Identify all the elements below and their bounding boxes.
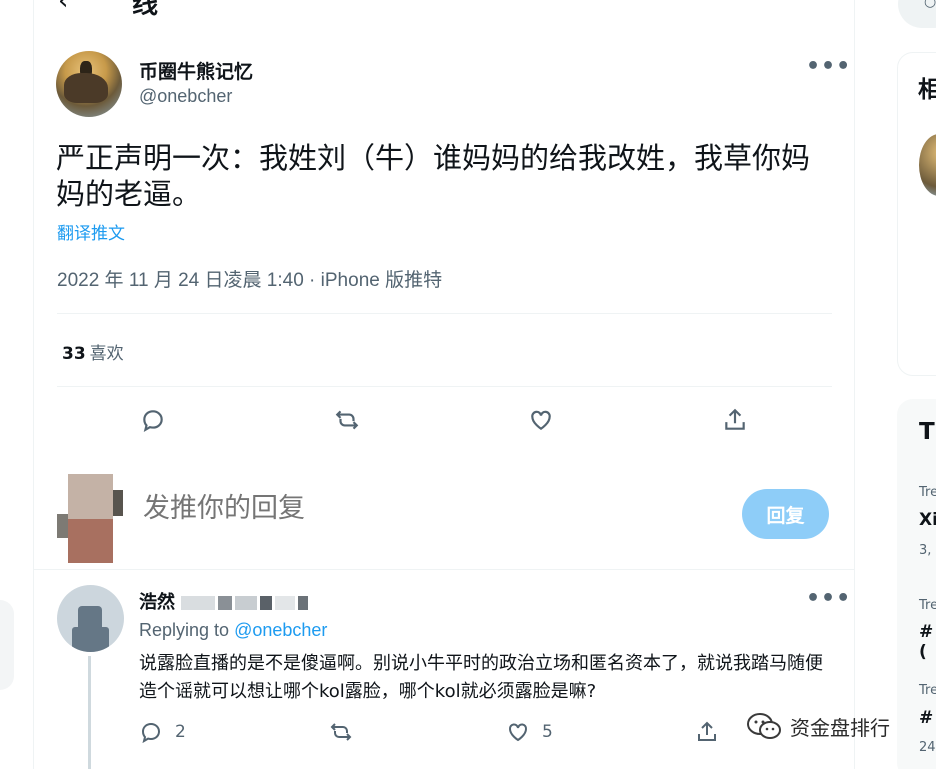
watermark: 资金盘排行 <box>746 711 890 741</box>
like-count: 5 <box>542 722 553 742</box>
blurred-handle <box>218 596 233 610</box>
likes-label: 喜欢 <box>89 344 124 364</box>
replying-to: Replying to @onebcher <box>139 620 327 641</box>
heart-icon <box>509 723 527 742</box>
page-title: 线 <box>132 0 159 20</box>
divider <box>57 386 832 387</box>
trend-category: Tre <box>919 485 936 500</box>
likes-stat[interactable]: 33 喜欢 <box>62 339 124 364</box>
divider <box>57 313 832 314</box>
tweet-timestamp[interactable]: 2022 年 11 月 24 日凌晨 1:40 · iPhone 版推特 <box>57 265 442 292</box>
replying-handle-link[interactable]: @onebcher <box>234 620 327 640</box>
wechat-icon <box>747 713 781 739</box>
user-avatar <box>57 474 123 564</box>
trend-count: 24 <box>919 740 936 755</box>
reply-button[interactable]: 回复 <box>742 489 829 539</box>
reply-text: 说露脸直播的是不是傻逼啊。别说小牛平时的政治立场和匿名资本了，就说我踏马随便造个… <box>139 653 823 702</box>
blurred-handle <box>235 596 258 610</box>
blurred-handle <box>275 596 296 610</box>
likes-count: 33 <box>62 344 86 364</box>
reply-reply-action[interactable]: 2 <box>139 720 186 744</box>
reply-author-avatar[interactable] <box>57 585 124 652</box>
trend-count: 3, <box>919 543 932 558</box>
trend-item[interactable]: Xi <box>919 510 936 530</box>
arrow-left-icon[interactable]: ‹ <box>58 0 68 16</box>
related-title: 相 <box>918 77 936 103</box>
blurred-handle <box>181 596 216 610</box>
blurred-handle <box>298 596 309 610</box>
watermark-text: 资金盘排行 <box>790 715 890 740</box>
trends-title: T <box>919 419 935 445</box>
reply-author-name-text: 浩然 <box>139 592 175 613</box>
reply-count: 2 <box>175 722 186 742</box>
retweet-icon[interactable] <box>330 403 364 437</box>
search-icon[interactable]: ○ <box>924 0 936 10</box>
left-edge-shadow <box>0 600 14 690</box>
more-options-icon[interactable]: ••• <box>806 586 851 611</box>
heart-icon[interactable] <box>524 403 558 437</box>
author-handle[interactable]: @onebcher <box>139 86 232 107</box>
thread-line <box>88 656 91 769</box>
share-icon[interactable] <box>718 403 752 437</box>
reply-author-name[interactable]: 浩然 <box>139 588 339 614</box>
reply-icon[interactable] <box>136 403 170 437</box>
replying-prefix: Replying to <box>139 620 230 640</box>
translate-tweet-link[interactable]: 翻译推文 <box>57 219 125 244</box>
tweet-text: 严正声明一次：我姓刘（牛）谁妈妈的给我改姓，我草你妈妈的老逼。 <box>56 141 811 211</box>
more-options-icon[interactable]: ••• <box>806 54 851 79</box>
trend-category: Tre <box>919 598 936 613</box>
reply-retweet-action[interactable] <box>328 720 366 744</box>
reply-like-action[interactable]: 5 <box>506 720 553 744</box>
trend-item[interactable]: #( <box>919 622 936 662</box>
trend-category: Tre <box>919 683 936 698</box>
reply-icon <box>141 722 161 744</box>
blurred-handle <box>260 596 273 610</box>
reply-input[interactable] <box>143 493 703 524</box>
retweet-icon <box>330 723 352 741</box>
share-icon <box>698 721 716 741</box>
author-avatar[interactable] <box>56 51 122 117</box>
reply-share-action[interactable] <box>695 720 719 744</box>
author-name[interactable]: 币圈牛熊记忆 <box>139 57 253 84</box>
trend-item[interactable]: # <box>919 708 933 728</box>
